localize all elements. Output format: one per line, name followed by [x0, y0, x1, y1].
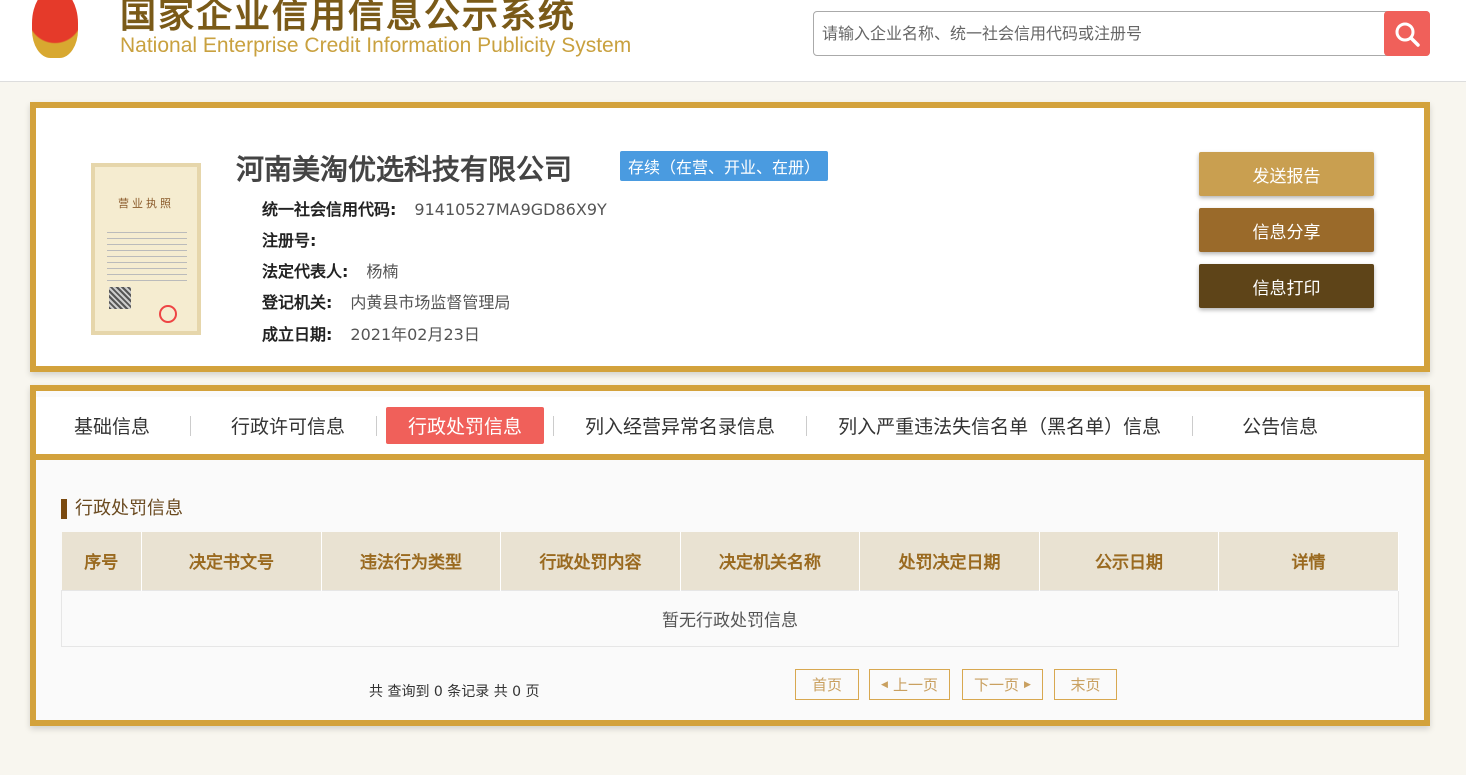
first-page-button[interactable]: 首页 [795, 669, 859, 700]
table-row: 暂无行政处罚信息 [61, 589, 1399, 647]
table-header-row: 序号 决定书文号 违法行为类型 行政处罚内容 决定机关名称 处罚决定日期 公示日… [61, 532, 1399, 590]
tab-admin-license[interactable]: 行政许可信息 [209, 407, 367, 444]
column-header: 违法行为类型 [321, 532, 501, 590]
search-icon [1395, 22, 1420, 47]
tab-basic-info[interactable]: 基础信息 [52, 407, 172, 444]
column-header: 决定书文号 [141, 532, 322, 590]
tab-divider [376, 415, 378, 436]
tab-divider [806, 415, 808, 436]
license-text-lines [107, 227, 187, 282]
record-summary: 共 查询到 0 条记录 共 0 页 [369, 684, 540, 700]
site-title-cn: 国家企业信用信息公示系统 [120, 0, 577, 36]
column-header: 序号 [61, 532, 142, 590]
next-page-button[interactable]: 下一页 ▶ [962, 669, 1043, 700]
field-label: 登记机关: [262, 293, 333, 312]
section-title: 行政处罚信息 [61, 499, 183, 519]
status-badge: 存续（在营、开业、在册） [620, 151, 829, 181]
field-label: 法定代表人: [262, 262, 349, 281]
search-input[interactable] [814, 12, 1374, 55]
authority-row: 登记机关: 内黄县市场监督管理局 [262, 289, 510, 313]
tab-blacklist[interactable]: 列入严重违法失信名单（黑名单）信息 [816, 407, 1183, 444]
column-header: 详情 [1218, 532, 1399, 590]
search-box [813, 11, 1430, 56]
tab-divider [190, 415, 192, 436]
field-value: 91410527MA9GD86X9Y [414, 200, 607, 219]
column-header: 决定机关名称 [680, 532, 860, 590]
field-label: 注册号: [262, 231, 317, 250]
license-title: 营业执照 [118, 197, 174, 210]
print-info-button[interactable]: 信息打印 [1199, 264, 1374, 308]
column-header: 行政处罚内容 [500, 532, 681, 590]
field-label: 统一社会信用代码: [262, 200, 397, 219]
tab-announcements[interactable]: 公告信息 [1220, 407, 1340, 444]
column-header: 公示日期 [1039, 532, 1219, 590]
seal-icon [159, 305, 177, 323]
business-license-image[interactable]: 营业执照 [91, 163, 201, 335]
column-header: 处罚决定日期 [859, 532, 1040, 590]
penalty-table: 序号 决定书文号 违法行为类型 行政处罚内容 决定机关名称 处罚决定日期 公示日… [61, 532, 1399, 647]
national-emblem-logo [32, 0, 78, 58]
caret-left-icon: ◀ [881, 679, 888, 690]
send-report-button[interactable]: 发送报告 [1199, 152, 1374, 196]
last-page-button[interactable]: 末页 [1054, 669, 1117, 700]
details-card: 基础信息 行政许可信息 行政处罚信息 列入经营异常名录信息 列入严重违法失信名单… [30, 385, 1430, 726]
tab-divider [553, 415, 555, 436]
founded-row: 成立日期: 2021年02月23日 [262, 321, 480, 345]
tab-bar: 基础信息 行政许可信息 行政处罚信息 列入经营异常名录信息 列入严重违法失信名单… [36, 397, 1424, 460]
tab-admin-penalty[interactable]: 行政处罚信息 [386, 407, 545, 444]
company-name: 河南美淘优选科技有限公司 [236, 153, 573, 186]
tab-divider [1192, 415, 1194, 436]
caret-right-icon: ▶ [1024, 679, 1031, 690]
field-value: 2021年02月23日 [350, 325, 480, 344]
search-button[interactable] [1384, 11, 1430, 56]
prev-label: 上一页 [892, 676, 938, 694]
next-label: 下一页 [974, 676, 1020, 694]
credit-code-row: 统一社会信用代码: 91410527MA9GD86X9Y [262, 196, 607, 220]
reg-number-row: 注册号: [262, 227, 334, 251]
tab-abnormal-list[interactable]: 列入经营异常名录信息 [563, 407, 797, 444]
empty-message: 暂无行政处罚信息 [61, 589, 1399, 647]
legal-rep-row: 法定代表人: 杨楠 [262, 258, 398, 282]
company-card: 营业执照 河南美淘优选科技有限公司 存续（在营、开业、在册） 统一社会信用代码:… [30, 102, 1430, 372]
field-value: 杨楠 [366, 262, 399, 281]
field-label: 成立日期: [262, 325, 333, 344]
site-title-en: National Enterprise Credit Information P… [120, 34, 632, 57]
header: 国家企业信用信息公示系统 National Enterprise Credit … [0, 0, 1466, 82]
prev-page-button[interactable]: ◀ 上一页 [869, 669, 950, 700]
qr-code-icon [109, 287, 131, 309]
share-info-button[interactable]: 信息分享 [1199, 208, 1374, 252]
field-value: 内黄县市场监督管理局 [350, 293, 511, 312]
